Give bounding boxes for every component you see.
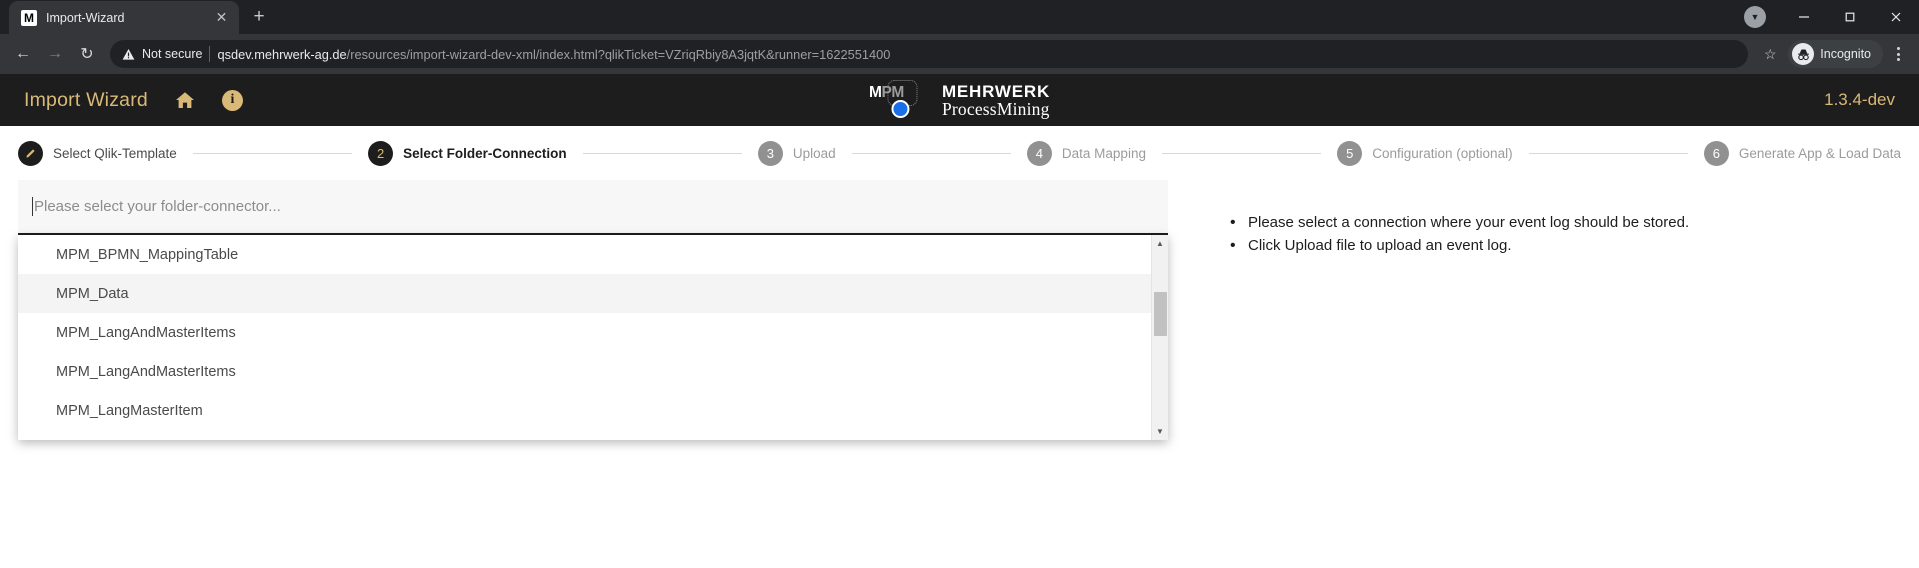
app-header: Import Wizard i MPM MEHRWERK ProcessMini… [0,74,1919,126]
incognito-indicator[interactable]: Incognito [1788,40,1883,68]
list-item[interactable]: MPM_Data [18,274,1151,313]
list-item[interactable]: MPM_LangMasterItem [18,391,1151,430]
window-controls: ▼ [1735,0,1919,34]
incognito-icon [1792,43,1815,65]
stepper-item-6[interactable]: 6 Generate App & Load Data [1703,140,1901,166]
stepper-item-1[interactable]: Select Qlik-Template [18,140,177,166]
scroll-up-icon[interactable]: ▲ [1152,235,1168,252]
close-window-icon[interactable] [1873,0,1919,34]
browser-tab[interactable]: M Import-Wizard ✕ [9,1,239,34]
list-item[interactable]: MPM_LangAndMasterItems [18,352,1151,391]
stepper-connector [851,152,1011,154]
step-5-badge: 5 [1337,140,1363,166]
maximize-window-icon[interactable] [1827,0,1873,34]
reload-icon[interactable]: ↻ [72,39,102,69]
omnibox-divider [209,46,211,62]
step-4-badge: 4 [1026,140,1052,166]
step-1-badge [18,140,43,166]
version-label: 1.3.4-dev [1824,90,1895,109]
security-status-label: Not secure [142,47,203,61]
instruction-item: Please select a connection where your ev… [1230,211,1901,235]
list-item[interactable]: MPM_BPMN_MappingTable [18,235,1151,274]
folder-connector-select[interactable]: Please select your folder-connector... [18,180,1168,235]
mpm-logo-mark: MPM [869,79,935,121]
step-2-badge: 2 [368,140,394,166]
connector-selection-panel: Please select your folder-connector... M… [18,180,1168,440]
stepper-item-3[interactable]: 3 Upload [757,140,836,166]
step-1-label: Select Qlik-Template [53,145,177,161]
step-3-badge: 3 [757,140,783,166]
bookmark-star-icon[interactable]: ☆ [1756,46,1784,63]
step-5-label: Configuration (optional) [1372,145,1513,161]
url-host: qsdev.mehrwerk-ag.de [217,46,347,62]
mehrwerk-logo: MPM MEHRWERK ProcessMining [869,79,1050,121]
browser-chrome: M Import-Wizard ✕ + ▼ ← → ↻ Not secure q… [0,0,1919,74]
profile-pill: ▼ [1744,6,1766,28]
dropdown-scrollbar[interactable]: ▲ ▼ [1151,235,1168,440]
stepper-connector [192,152,353,154]
profile-chip-icon[interactable]: ▼ [1735,0,1781,34]
url-text: qsdev.mehrwerk-ag.de/resources/import-wi… [217,47,890,62]
instructions-panel: Please select a connection where your ev… [1168,180,1901,440]
import-wizard-app: Import Wizard i MPM MEHRWERK ProcessMini… [0,74,1919,568]
new-tab-icon[interactable]: + [245,3,273,31]
stepper-item-2[interactable]: 2 Select Folder-Connection [368,140,567,166]
info-icon[interactable]: i [221,89,243,111]
logo-wordmark: MEHRWERK ProcessMining [942,81,1050,118]
stepper-connector [1161,152,1322,154]
home-icon[interactable] [174,89,196,111]
forward-icon[interactable]: → [40,39,70,69]
stepper-item-5[interactable]: 5 Configuration (optional) [1337,140,1513,166]
wizard-stepper: Select Qlik-Template 2 Select Folder-Con… [0,126,1919,180]
info-glyph: i [221,89,243,111]
text-caret [32,197,33,216]
folder-connector-placeholder: Please select your folder-connector... [34,198,281,215]
folder-connector-dropdown: MPM_BPMN_MappingTable MPM_Data MPM_LangA… [18,235,1168,440]
step-2-label: Select Folder-Connection [403,145,567,161]
tab-title: Import-Wizard [46,10,125,25]
step-4-label: Data Mapping [1061,145,1146,161]
list-item[interactable]: MPM_LangAndMasterItems [18,313,1151,352]
step-6-badge: 6 [1703,140,1729,166]
instruction-item: Click Upload file to upload an event log… [1230,234,1901,258]
blue-dot-icon [890,100,909,118]
warning-triangle-icon [122,48,135,61]
dropdown-option-list: MPM_BPMN_MappingTable MPM_Data MPM_LangA… [18,235,1151,440]
url-path: /resources/import-wizard-dev-xml/index.h… [346,46,891,62]
close-tab-icon[interactable]: ✕ [213,9,230,26]
minimize-window-icon[interactable] [1781,0,1827,34]
address-bar[interactable]: Not secure qsdev.mehrwerk-ag.de/resource… [110,40,1749,68]
step-6-label: Generate App & Load Data [1738,145,1901,161]
incognito-label: Incognito [1820,47,1871,61]
stepper-item-4[interactable]: 4 Data Mapping [1026,140,1146,166]
mpm-m: M [868,84,882,101]
stepper-connector [582,152,742,154]
browser-toolbar: ← → ↻ Not secure qsdev.mehrwerk-ag.de/re… [0,34,1919,74]
instructions-list: Please select a connection where your ev… [1230,211,1901,258]
tab-strip: M Import-Wizard ✕ + ▼ [0,0,1919,34]
tab-favicon: M [21,9,37,26]
logo-line-2: ProcessMining [941,98,1050,119]
back-icon[interactable]: ← [8,39,38,69]
scrollbar-thumb[interactable] [1154,292,1167,336]
browser-menu-icon[interactable] [1885,39,1911,69]
wizard-content: Please select your folder-connector... M… [0,180,1919,440]
scroll-down-icon[interactable]: ▼ [1152,423,1168,440]
stepper-connector [1528,152,1688,154]
page-title: Import Wizard [24,88,148,111]
step-3-label: Upload [792,145,836,161]
